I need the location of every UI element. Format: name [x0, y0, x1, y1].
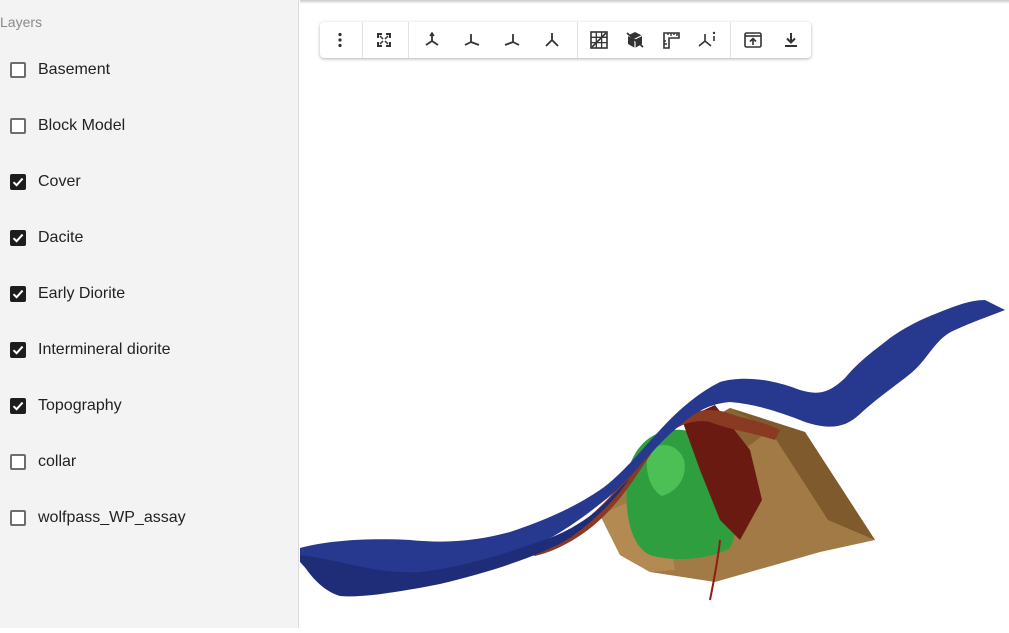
topography-shading: [300, 478, 630, 597]
layer-label: Cover: [38, 173, 81, 190]
layer-item-topography[interactable]: Topography: [10, 394, 122, 418]
layer-item-dacite[interactable]: Dacite: [10, 226, 83, 250]
layer-item-block-model[interactable]: Block Model: [10, 114, 125, 138]
layer-label: Intermineral diorite: [38, 341, 171, 358]
layer-label: wolfpass_WP_assay: [38, 509, 186, 526]
cube-icon: [626, 32, 644, 48]
download-icon: [785, 33, 797, 47]
grid-toggle-button[interactable]: [581, 22, 617, 58]
more-vert-icon: [338, 32, 342, 48]
layer-item-cover[interactable]: Cover: [10, 170, 81, 194]
layer-label: Block Model: [38, 117, 126, 134]
axes-info-button[interactable]: [689, 22, 725, 58]
layer-checkbox[interactable]: [10, 62, 26, 78]
layer-checkbox[interactable]: [10, 510, 26, 526]
export-button[interactable]: [735, 22, 771, 58]
layers-panel: Layers Basement Block Model Cover Dacite…: [0, 0, 299, 628]
layer-label: collar: [38, 453, 77, 470]
cube-view-button[interactable]: [617, 22, 653, 58]
toolbar-divider: [362, 22, 363, 58]
axis-view-button-1[interactable]: [414, 22, 450, 58]
layer-label: Early Diorite: [38, 285, 126, 302]
download-button[interactable]: [773, 22, 809, 58]
axis-view-button-3[interactable]: [494, 22, 530, 58]
3d-viewport[interactable]: [300, 0, 1009, 628]
axes-info-icon: [698, 31, 716, 47]
layer-label: Topography: [38, 397, 122, 414]
grid-icon: [590, 31, 608, 49]
layer-checkbox[interactable]: [10, 118, 26, 134]
axis-view-button-2[interactable]: [454, 22, 490, 58]
fit-view-button[interactable]: [366, 22, 402, 58]
layers-panel-title: Layers: [0, 14, 43, 30]
geology-scene: [300, 300, 1005, 601]
more-options-button[interactable]: [322, 22, 358, 58]
layer-checkbox[interactable]: [10, 230, 26, 246]
layer-item-collar[interactable]: collar: [10, 450, 76, 474]
toolbar-divider: [577, 22, 578, 58]
layer-label: Dacite: [38, 229, 84, 246]
export-icon: [744, 32, 762, 48]
layer-label: Basement: [38, 61, 111, 78]
toolbar-divider: [408, 22, 409, 58]
layer-checkbox[interactable]: [10, 174, 26, 190]
layer-item-basement[interactable]: Basement: [10, 58, 110, 82]
view-toolbar: [320, 22, 811, 58]
layer-checkbox[interactable]: [10, 454, 26, 470]
viewport-top-shadow: [300, 0, 1009, 4]
layer-checkbox[interactable]: [10, 286, 26, 302]
axis-view-3-icon: [504, 34, 520, 46]
ruler-icon: [663, 32, 680, 49]
axis-view-button-4[interactable]: [534, 22, 570, 58]
ruler-button[interactable]: [653, 22, 689, 58]
layer-checkbox[interactable]: [10, 342, 26, 358]
toolbar-divider: [730, 22, 731, 58]
axis-view-2-icon: [464, 34, 480, 46]
axis-view-4-icon: [545, 33, 559, 47]
layer-item-early-diorite[interactable]: Early Diorite: [10, 282, 125, 306]
layer-checkbox[interactable]: [10, 398, 26, 414]
layer-item-intermineral-diorite[interactable]: Intermineral diorite: [10, 338, 171, 362]
layer-item-wolfpass-wp-assay[interactable]: wolfpass_WP_assay: [10, 506, 186, 530]
fit-view-icon: [377, 33, 391, 47]
axis-view-1-icon: [425, 31, 439, 46]
